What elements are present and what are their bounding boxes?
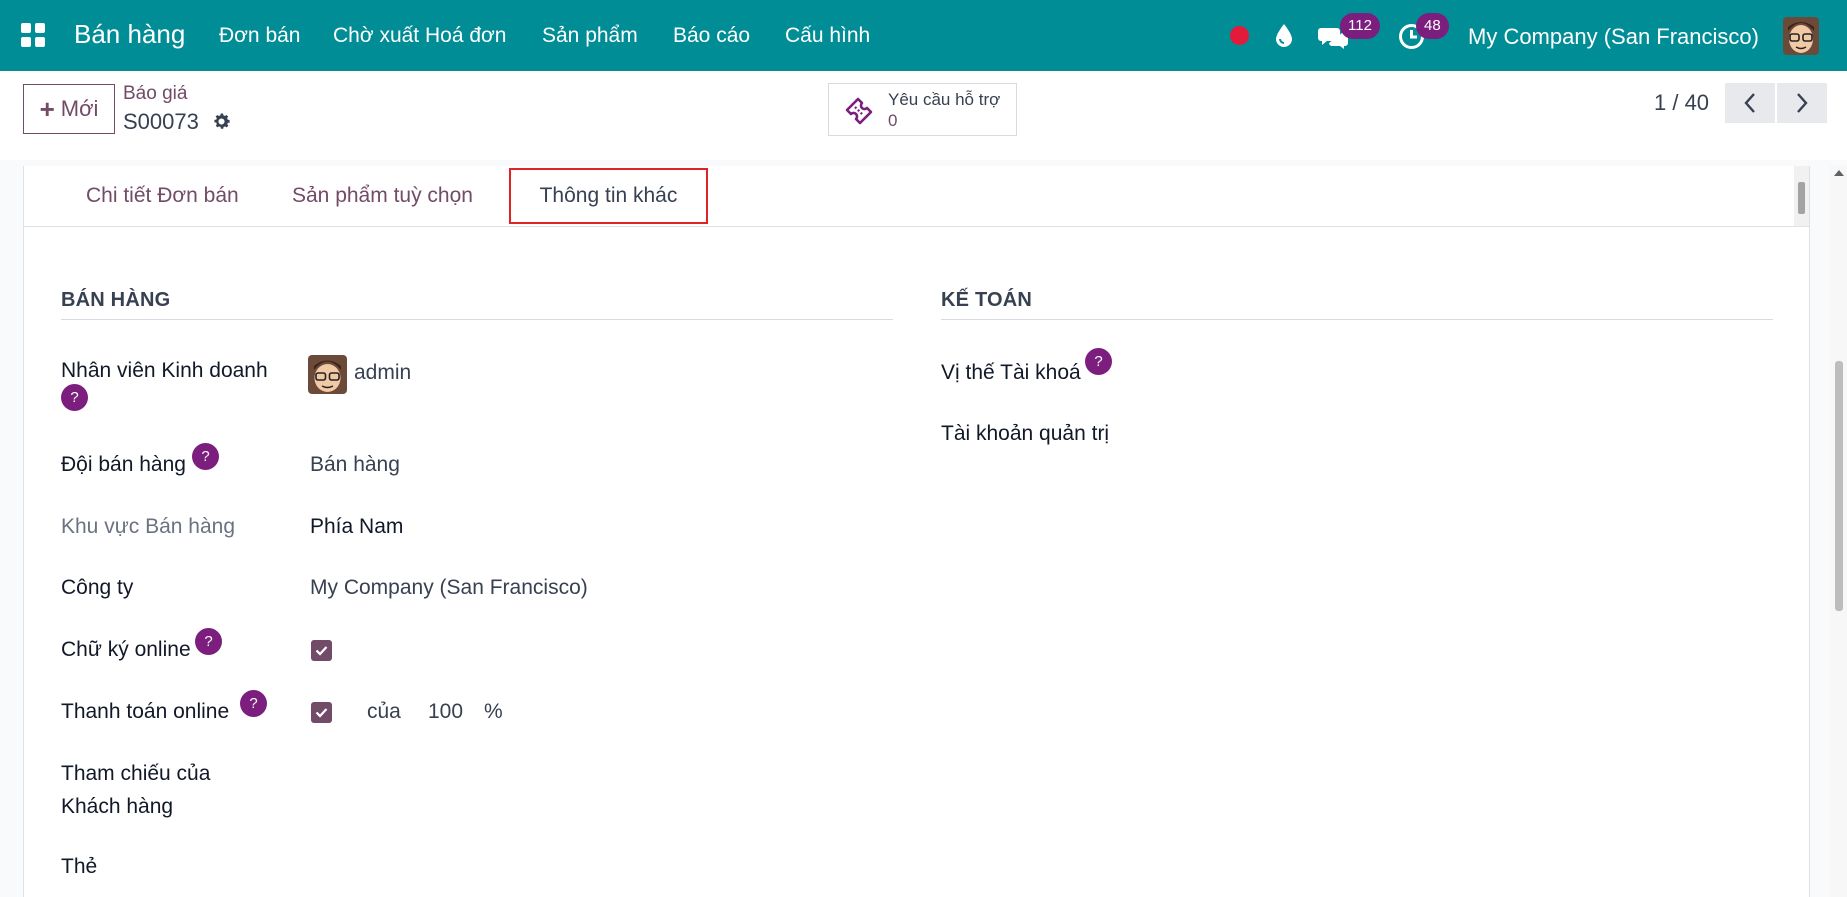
accounting-section-divider (941, 319, 1773, 320)
online-signature-help-icon[interactable]: ? (195, 628, 222, 655)
sales-section-title: BÁN HÀNG (61, 289, 171, 311)
prepayment-percent-input[interactable]: 100 (428, 700, 463, 724)
pager-value[interactable]: 1 / 40 (1654, 90, 1709, 116)
checkmark-icon (315, 646, 328, 656)
new-button-label: Mới (60, 96, 99, 121)
gear-icon[interactable] (211, 111, 232, 132)
tab-other-info[interactable]: Thông tin khác (509, 168, 708, 224)
pager-previous-button[interactable] (1725, 83, 1775, 123)
online-payment-label: Thanh toán online (61, 700, 230, 723)
plus-icon: + (39, 93, 55, 124)
checkmark-icon (315, 708, 328, 718)
ticket-label: Yêu cầu hỗ trợ (888, 90, 1001, 109)
payment-of-text: của (367, 700, 401, 723)
form-sheet: Chi tiết Đơn bán Sản phẩm tuỳ chọn Thông… (23, 166, 1810, 897)
sales-section-divider (61, 319, 893, 320)
sales-team-help-icon[interactable]: ? (192, 443, 219, 470)
analytic-account-label: Tài khoản quản trị (941, 422, 1110, 445)
ticket-count: 0 (888, 111, 898, 130)
ticket-icon (845, 97, 873, 125)
chevron-right-icon (1797, 93, 1808, 113)
control-panel: + Mới Báo giá S00073 Yêu cầu hỗ trợ 0 1 … (0, 71, 1847, 161)
salesperson-label: Nhân viên Kinh doanh (61, 359, 268, 382)
menu-item-reporting[interactable]: Báo cáo (673, 24, 750, 48)
tags-label: Thẻ (61, 855, 98, 878)
breadcrumb-current: S00073 (123, 109, 199, 134)
scroll-up-arrow-icon[interactable] (1834, 170, 1844, 176)
top-navbar: Bán hàng Đơn bán Chờ xuất Hoá đơn Sản ph… (0, 0, 1847, 71)
app-title[interactable]: Bán hàng (74, 19, 185, 50)
sales-team-value[interactable]: Bán hàng (310, 453, 400, 477)
sales-region-value[interactable]: Phía Nam (310, 515, 403, 539)
breadcrumb-parent[interactable]: Báo giá (123, 83, 187, 105)
activities-badge: 48 (1416, 13, 1449, 39)
menu-item-configuration[interactable]: Cấu hình (785, 24, 870, 48)
notebook-tabs: Chi tiết Đơn bán Sản phẩm tuỳ chọn Thông… (24, 166, 1809, 227)
menu-item-products[interactable]: Sản phẩm (542, 24, 638, 48)
tab-order-lines[interactable]: Chi tiết Đơn bán (86, 184, 239, 208)
company-switcher[interactable]: My Company (San Francisco) (1468, 24, 1759, 50)
online-signature-checkbox[interactable] (311, 640, 332, 661)
new-button[interactable]: + Mới (23, 84, 115, 134)
fiscal-position-label: Vị thế Tài khoá (941, 361, 1081, 384)
chevron-left-icon (1744, 93, 1755, 113)
support-tickets-button[interactable]: Yêu cầu hỗ trợ 0 (828, 83, 1017, 136)
user-avatar[interactable] (1783, 17, 1819, 55)
company-label: Công ty (61, 576, 134, 599)
record-status-icon[interactable] (1230, 26, 1249, 45)
page-scrollbar-thumb[interactable] (1835, 361, 1843, 611)
sales-region-label: Khu vực Bán hàng (61, 515, 236, 538)
company-value[interactable]: My Company (San Francisco) (310, 576, 588, 600)
online-payment-help-icon[interactable]: ? (240, 690, 267, 717)
tabs-scrollbar-thumb[interactable] (1798, 182, 1805, 214)
online-payment-checkbox[interactable] (311, 702, 332, 723)
salesperson-help-icon[interactable]: ? (61, 384, 88, 411)
online-signature-label: Chữ ký online (61, 638, 191, 661)
menu-item-to-invoice[interactable]: Chờ xuất Hoá đơn (333, 24, 506, 48)
messages-badge: 112 (1340, 13, 1380, 39)
fiscal-position-help-icon[interactable]: ? (1085, 348, 1112, 375)
salesperson-avatar (308, 355, 347, 394)
sales-team-label: Đội bán hàng (61, 453, 186, 476)
drop-icon[interactable] (1273, 22, 1295, 48)
menu-item-orders[interactable]: Đơn bán (219, 24, 301, 48)
salesperson-value[interactable]: admin (354, 361, 411, 385)
prepayment-percent-unit: % (484, 700, 503, 723)
tab-optional-products[interactable]: Sản phẩm tuỳ chọn (292, 184, 473, 208)
customer-reference-label-line2: Khách hàng (61, 795, 174, 818)
customer-reference-label-line1: Tham chiếu của (61, 762, 211, 785)
tabs-scrollbar[interactable] (1794, 166, 1809, 226)
page-scrollbar[interactable] (1830, 166, 1847, 897)
accounting-section-title: KẾ TOÁN (941, 289, 1033, 311)
apps-grid-icon[interactable] (20, 22, 46, 48)
pager-next-button[interactable] (1777, 83, 1827, 123)
